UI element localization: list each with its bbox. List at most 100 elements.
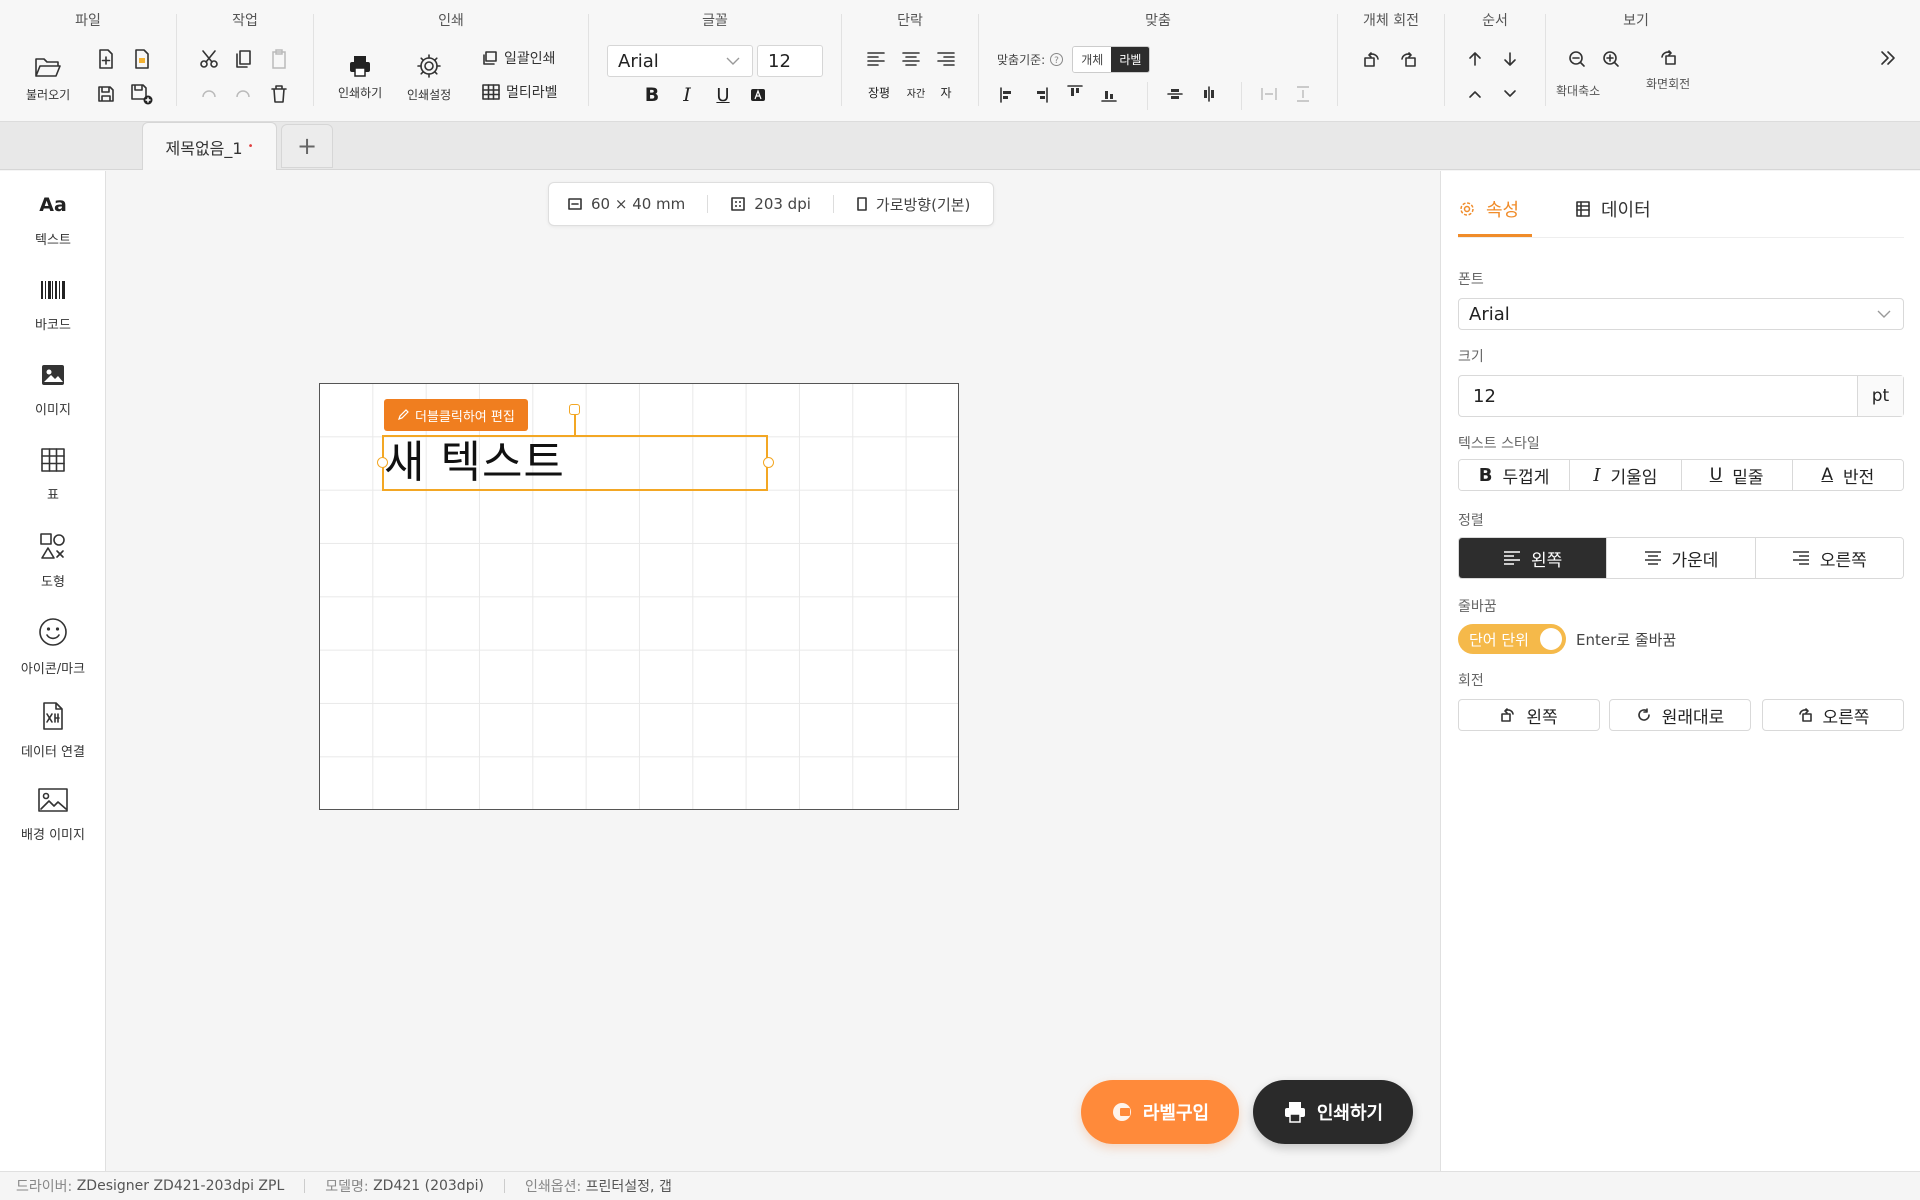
rotate-left-ribbon-button[interactable]: [1358, 45, 1386, 73]
word-wrap-toggle[interactable]: 단어 단위: [1458, 624, 1566, 654]
style-italic-button[interactable]: I 기울임: [1570, 460, 1682, 490]
double-chevron-right-icon: [1881, 51, 1895, 65]
align-basis-label-option[interactable]: 라벨: [1111, 47, 1150, 72]
print-button[interactable]: 인쇄하기: [1253, 1080, 1413, 1144]
screen-rotate-button[interactable]: 화면회전: [1646, 48, 1690, 92]
rotate-right-ribbon-button[interactable]: [1394, 45, 1422, 73]
open-button[interactable]: 불러오기: [26, 54, 70, 103]
selected-text-element[interactable]: 새 텍스트: [382, 435, 768, 491]
arrow-up-icon: [1469, 52, 1481, 66]
text-align-right-button[interactable]: 오른쪽: [1755, 538, 1903, 578]
size-input[interactable]: 12: [1459, 386, 1857, 407]
text-align-center-button[interactable]: 가운데: [1607, 538, 1756, 578]
expand-ribbon-button[interactable]: [1874, 44, 1902, 72]
new-file-button[interactable]: [92, 45, 120, 73]
label-size-info[interactable]: 60 × 40 mm: [567, 195, 685, 213]
align-objects-bottom-button[interactable]: [1095, 81, 1123, 109]
align-objects-top-button[interactable]: [1061, 78, 1089, 106]
send-backward-button[interactable]: [1496, 45, 1524, 73]
align-objects-left-icon: [1000, 87, 1011, 103]
recent-file-button[interactable]: [128, 45, 156, 73]
style-underline-button[interactable]: U 밑줄: [1681, 460, 1793, 490]
batch-print-button[interactable]: 일괄인쇄: [482, 48, 556, 68]
print-settings-button[interactable]: 인쇄설정: [407, 52, 451, 103]
tab-data-label: 데이터: [1601, 200, 1651, 221]
tab-properties[interactable]: 속성: [1458, 191, 1519, 227]
paste-icon: [272, 49, 286, 69]
tool-barcode[interactable]: 바코드: [0, 276, 106, 356]
save-button[interactable]: [92, 80, 120, 108]
invert-button[interactable]: [744, 81, 772, 109]
label-info-bar: 60 × 40 mm 203 dpi 가로방향(기본): [548, 182, 994, 226]
tool-background-image[interactable]: 배경 이미지: [0, 786, 106, 866]
resize-handle-right[interactable]: [763, 457, 774, 468]
bring-to-front-button[interactable]: [1461, 80, 1489, 108]
tool-table[interactable]: 표: [0, 446, 106, 526]
send-to-back-button[interactable]: [1496, 80, 1524, 108]
align-basis-object[interactable]: 개체: [1073, 47, 1112, 72]
text-element-content: 새 텍스트: [384, 437, 565, 488]
font-size-input[interactable]: 12: [757, 45, 823, 77]
text-align-left-button[interactable]: 왼쪽: [1459, 538, 1608, 578]
zoom-out-icon: [1569, 51, 1585, 67]
style-invert-button[interactable]: A 반전: [1792, 460, 1903, 490]
zoom-in-button[interactable]: [1597, 45, 1625, 73]
tool-image[interactable]: 이미지: [0, 361, 106, 441]
distribute-horizontal-button[interactable]: [1255, 80, 1283, 108]
font-select[interactable]: Arial: [1458, 298, 1904, 330]
tool-text[interactable]: Aa 텍스트: [0, 191, 106, 271]
font-select-value: Arial: [1469, 303, 1510, 325]
rotate-right-label: 오른쪽: [1822, 707, 1870, 728]
align-left-button[interactable]: [862, 45, 890, 73]
multi-label-button[interactable]: 멀티라벨: [482, 82, 558, 102]
copy-button[interactable]: [229, 45, 257, 73]
add-tab-button[interactable]: +: [281, 124, 333, 168]
font-family-select[interactable]: Arial: [607, 45, 753, 77]
align-center-button[interactable]: [897, 45, 925, 73]
label-orientation-info[interactable]: 가로방향(기본): [856, 194, 970, 215]
char-spacing-button[interactable]: 자간: [902, 78, 930, 106]
paste-button[interactable]: [265, 45, 293, 73]
align-right-button[interactable]: [932, 45, 960, 73]
italic-button[interactable]: I: [673, 81, 701, 109]
center-vertical-button[interactable]: [1161, 80, 1189, 108]
rotate-reset-button[interactable]: 원래대로: [1609, 699, 1751, 731]
enter-wrap-option[interactable]: Enter로 줄바꿈: [1576, 629, 1676, 650]
tool-icon-mark[interactable]: 아이콘/마크: [0, 616, 106, 696]
bold-button[interactable]: B: [638, 81, 666, 109]
undo-button[interactable]: [195, 80, 223, 108]
order-group: 순서: [1445, 0, 1545, 122]
tool-data-link-label: 데이터 연결: [21, 745, 85, 760]
char-button[interactable]: 자: [932, 78, 960, 106]
align-objects-left-button[interactable]: [993, 81, 1021, 109]
label-size-icon: [568, 198, 582, 210]
document-tab[interactable]: 제목없음_1 •: [142, 122, 277, 170]
rotate-left-button[interactable]: 왼쪽: [1458, 699, 1600, 731]
zoom-out-button[interactable]: [1563, 45, 1591, 73]
ribbon-print-button[interactable]: 인쇄하기: [338, 54, 382, 101]
emoji-icon: [39, 618, 67, 646]
redo-button[interactable]: [229, 80, 257, 108]
save-as-button[interactable]: [128, 80, 156, 108]
char-width-button[interactable]: 장평: [862, 78, 896, 106]
align-objects-right-button[interactable]: [1027, 81, 1055, 109]
buy-label-button[interactable]: 라벨구입: [1081, 1080, 1239, 1144]
gear-icon: [1460, 202, 1474, 216]
bring-forward-button[interactable]: [1461, 45, 1489, 73]
label-dpi-info[interactable]: 203 dpi: [730, 195, 811, 213]
delete-button[interactable]: [265, 80, 293, 108]
design-canvas[interactable]: 60 × 40 mm 203 dpi 가로방향(기본) 더블클릭하여 편집 새 …: [107, 171, 1440, 1171]
tab-data[interactable]: 데이터: [1575, 191, 1651, 227]
order-group-title: 순서: [1482, 13, 1508, 29]
resize-handle-left[interactable]: [377, 457, 388, 468]
rotate-right-button[interactable]: 오른쪽: [1762, 699, 1904, 731]
distribute-vertical-button[interactable]: [1289, 80, 1317, 108]
cut-button[interactable]: [195, 45, 223, 73]
tool-background-image-label: 배경 이미지: [21, 828, 85, 843]
style-bold-button[interactable]: B 두껍게: [1459, 460, 1571, 490]
underline-button[interactable]: U: [709, 81, 737, 109]
tool-data-link[interactable]: 데이터 연결: [0, 701, 106, 781]
rotation-handle[interactable]: [569, 404, 580, 415]
tool-shape[interactable]: 도형: [0, 531, 106, 611]
center-horizontal-button[interactable]: [1195, 80, 1223, 108]
